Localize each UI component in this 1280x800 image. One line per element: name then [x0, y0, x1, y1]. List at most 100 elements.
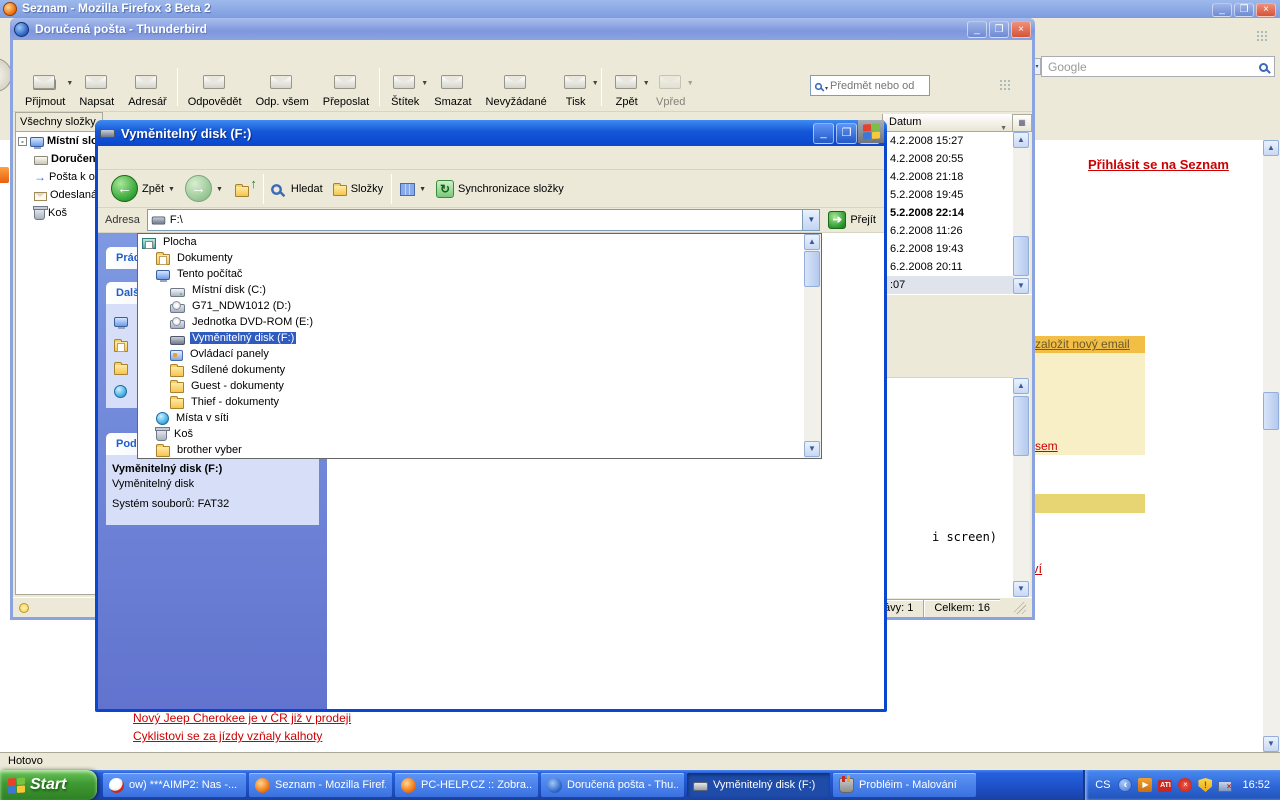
column-picker-button[interactable]: ▦	[1013, 114, 1032, 132]
forward-dropdown-icon[interactable]: ▼	[216, 186, 223, 193]
address-combo[interactable]: ▼	[147, 209, 820, 231]
message-row[interactable]: 4.2.2008 15:27	[882, 132, 1013, 150]
google-search-box[interactable]: Google	[1041, 56, 1275, 77]
firefox-scrollbar[interactable]: ▲ ▼	[1263, 140, 1280, 752]
address-input[interactable]	[166, 214, 802, 226]
toolbar-button[interactable]: Napsat ▼	[72, 64, 121, 110]
close-button[interactable]: ×	[1256, 3, 1276, 17]
toolbar-button[interactable]: Vpřed ▼	[649, 64, 693, 110]
close-button[interactable]: ×	[1011, 21, 1031, 38]
toolbar-button[interactable]: Přijmout ▼	[18, 64, 72, 110]
sync-button[interactable]: Synchronizace složky	[431, 180, 569, 198]
scroll-up-button[interactable]: ▲	[1013, 378, 1029, 394]
ati-tray-icon[interactable]: ATI	[1158, 780, 1172, 792]
player-tray-icon[interactable]: ▶	[1138, 778, 1152, 792]
scroll-thumb[interactable]	[804, 251, 820, 287]
hide-icons-chevron[interactable]: ‹	[1118, 778, 1132, 792]
address-dropdown-item[interactable]: brother vyber	[138, 442, 821, 458]
folder-tree-item[interactable]: - Koš	[16, 204, 102, 222]
address-dropdown-item[interactable]: Místa v síti	[138, 410, 821, 426]
scroll-up-button[interactable]: ▲	[1263, 140, 1279, 156]
message-row[interactable]: 6.2.2008 19:43	[882, 240, 1013, 258]
alert-tray-icon[interactable]: ×	[1178, 778, 1192, 792]
address-dropdown-item[interactable]: Tento počítač	[138, 266, 821, 282]
pane-splitter[interactable]	[882, 294, 1032, 303]
taskbar-button[interactable]: ow) ***AIMP2: Nas -...	[103, 773, 246, 797]
network-disconnected-icon[interactable]: ×	[1218, 781, 1232, 792]
toolbar-button[interactable]: Odp. všem ▼	[249, 64, 316, 110]
address-dropdown-item[interactable]: Ovládací panely	[138, 346, 821, 362]
address-dropdown-item[interactable]: Jednotka DVD-ROM (E:)	[138, 314, 821, 330]
go-button[interactable]: ➔ Přejít	[820, 211, 884, 229]
news-link[interactable]: Nový Jeep Cherokee je v ČR již v prodeji	[133, 711, 351, 725]
taskbar-button[interactable]: PC-HELP.CZ :: Zobra...	[395, 773, 538, 797]
message-list-scrollbar[interactable]: ▲ ▼	[1013, 132, 1030, 294]
scroll-up-button[interactable]: ▲	[1013, 132, 1029, 148]
news-link[interactable]: Cyklistovi se za jízdy vzňaly kalhoty	[133, 729, 322, 743]
folder-tree-item[interactable]: - Odeslaná	[16, 186, 102, 204]
folder-tree-item[interactable]: - Pošta k odeslání	[16, 168, 102, 186]
thunderbird-search-box[interactable]: ▾	[810, 75, 930, 96]
scroll-down-button[interactable]: ▼	[1263, 736, 1279, 752]
address-dropdown-item[interactable]: Koš	[138, 426, 821, 442]
toolbar-button[interactable]: Nevyžádané ▼	[479, 64, 554, 110]
views-button[interactable]: ▼	[395, 181, 431, 196]
sem-link[interactable]: sem	[1035, 439, 1058, 453]
folder-pane-header[interactable]: Všechny složky	[16, 113, 102, 132]
minimize-button[interactable]: _	[967, 21, 987, 38]
taskbar-button[interactable]: Vyměnitelný disk (F:)	[687, 773, 830, 797]
taskbar-button[interactable]: Seznam - Mozilla Firef...	[249, 773, 392, 797]
minimize-button[interactable]: _	[1212, 3, 1232, 17]
address-dropdown-item[interactable]: G71_NDW1012 (D:)	[138, 298, 821, 314]
scroll-down-button[interactable]: ▼	[1013, 278, 1029, 294]
folders-button[interactable]: Složky	[328, 182, 388, 196]
address-dropdown-item[interactable]: Vyměnitelný disk (F:)	[138, 330, 821, 346]
message-row[interactable]: 4.2.2008 21:18	[882, 168, 1013, 186]
folder-tree-item[interactable]: - Místní složky	[16, 132, 102, 150]
forward-button[interactable]: → ▼	[180, 175, 228, 202]
address-dropdown-item[interactable]: Dokumenty	[138, 250, 821, 266]
scroll-down-button[interactable]: ▼	[804, 441, 820, 457]
message-row[interactable]: 5.2.2008 22:14	[882, 204, 1013, 222]
taskbar-button[interactable]: Doručená pošta - Thu...	[541, 773, 684, 797]
explorer-titlebar[interactable]: Vyměnitelný disk (F:) _ ❐ ×	[95, 120, 887, 146]
address-dropdown-item[interactable]: Guest - dokumenty	[138, 378, 821, 394]
security-shield-icon[interactable]: !	[1198, 778, 1212, 792]
message-row[interactable]: 6.2.2008 11:26	[882, 222, 1013, 240]
address-dropdown-item[interactable]: Thief - dokumenty	[138, 394, 821, 410]
message-row[interactable]: 4.2.2008 20:55	[882, 150, 1013, 168]
restore-button[interactable]: ❐	[1234, 3, 1254, 17]
new-email-link[interactable]: založit nový email	[1035, 337, 1130, 351]
scroll-thumb[interactable]	[1013, 236, 1029, 276]
lightbulb-icon[interactable]	[19, 603, 29, 613]
scroll-thumb[interactable]	[1013, 396, 1029, 456]
up-button[interactable]: ↑	[228, 180, 260, 198]
toolbar-button[interactable]: Smazat ▼	[427, 64, 478, 110]
toolbar-button[interactable]: Zpět ▼	[605, 64, 649, 110]
search-button[interactable]: Hledat	[267, 183, 328, 195]
minimize-button[interactable]: _	[813, 123, 834, 144]
address-dropdown-item[interactable]: Plocha	[138, 234, 821, 250]
message-row[interactable]: :07	[882, 276, 1013, 294]
address-dropdown-item[interactable]: Místní disk (C:)	[138, 282, 821, 298]
maximize-button[interactable]: ❐	[836, 123, 857, 144]
message-scrollbar[interactable]: ▲ ▼	[1013, 378, 1030, 597]
toolbar-button[interactable]: Štítek ▼	[383, 64, 427, 110]
message-row[interactable]: 6.2.2008 20:11	[882, 258, 1013, 276]
firefox-titlebar[interactable]: Seznam - Mozilla Firefox 3 Beta 2	[0, 0, 1280, 18]
toolbar-button[interactable]: Přeposlat ▼	[316, 64, 376, 110]
seznam-login-link[interactable]: Přihlásit se na Seznam	[1088, 157, 1229, 172]
maximize-button[interactable]: ❐	[989, 21, 1009, 38]
back-button[interactable]: ← Zpět ▼	[106, 175, 180, 202]
thunderbird-titlebar[interactable]: Doručená pošta - Thunderbird _ ❐ ×	[10, 18, 1035, 40]
address-dropdown-button[interactable]: ▼	[802, 210, 819, 230]
message-search-input[interactable]	[830, 80, 914, 92]
resize-grip[interactable]	[1014, 602, 1026, 614]
taskbar-button[interactable]: Probléim - Malování	[833, 773, 976, 797]
scroll-thumb[interactable]	[1263, 392, 1279, 430]
toolbar-button[interactable]: Adresář ▼	[121, 64, 174, 110]
address-dropdown-item[interactable]: Sdílené dokumenty	[138, 362, 821, 378]
scroll-up-button[interactable]: ▲	[804, 234, 820, 250]
views-dropdown-icon[interactable]: ▼	[419, 186, 426, 193]
dropdown-scrollbar[interactable]: ▲ ▼	[804, 234, 821, 458]
